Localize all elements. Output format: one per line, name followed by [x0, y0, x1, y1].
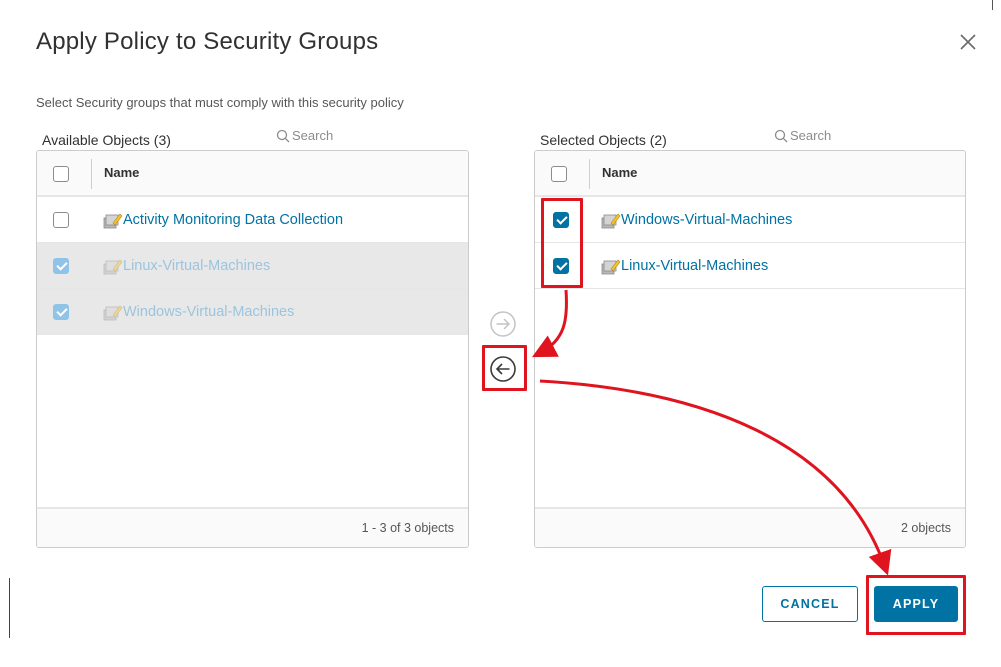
row-checkbox[interactable] — [53, 212, 69, 228]
move-right-arrow-icon[interactable] — [488, 309, 518, 339]
row-label[interactable]: Windows-Virtual-Machines — [621, 212, 792, 228]
row-checkbox — [53, 258, 69, 274]
selected-objects-header: Selected Objects (2) — [540, 132, 667, 148]
available-row[interactable]: Activity Monitoring Data Collection — [37, 197, 468, 243]
dialog-title: Apply Policy to Security Groups — [36, 28, 379, 55]
column-separator — [91, 159, 92, 189]
available-objects-header: Available Objects (3) — [42, 132, 171, 148]
available-row: Linux-Virtual-Machines — [37, 243, 468, 289]
available-search[interactable]: Search — [276, 128, 333, 143]
column-separator — [589, 159, 590, 189]
security-group-icon — [103, 213, 123, 229]
row-checkbox[interactable] — [553, 258, 569, 274]
cancel-button[interactable]: CANCEL — [762, 586, 858, 622]
selected-grid-header: Name — [535, 151, 965, 197]
row-label: Windows-Virtual-Machines — [123, 304, 295, 320]
row-label[interactable]: Linux-Virtual-Machines — [621, 258, 768, 274]
available-grid-header: Name — [37, 151, 468, 197]
close-icon[interactable] — [956, 30, 980, 54]
selected-search[interactable]: Search — [774, 128, 831, 143]
available-grid-footer: 1 - 3 of 3 objects — [37, 507, 468, 547]
available-row: Windows-Virtual-Machines — [37, 289, 468, 335]
search-icon — [774, 129, 788, 142]
available-search-placeholder: Search — [292, 128, 334, 143]
selected-search-placeholder: Search — [790, 128, 832, 143]
selected-column-name: Name — [602, 165, 638, 180]
available-column-name: Name — [104, 165, 140, 180]
selected-objects-grid: Name Windows-Virtual-Machines Linux-Virt… — [534, 150, 966, 548]
security-group-icon — [103, 259, 123, 275]
selected-row[interactable]: Windows-Virtual-Machines — [535, 197, 965, 243]
available-objects-grid: Name Activity Monitoring Data Collection… — [36, 150, 469, 548]
available-select-all-checkbox[interactable] — [53, 166, 69, 182]
security-group-icon — [601, 213, 621, 229]
right-edge-mark — [992, 0, 993, 10]
dialog-subtitle: Select Security groups that must comply … — [36, 95, 404, 110]
row-checkbox — [53, 304, 69, 320]
security-group-icon — [103, 305, 123, 321]
security-group-icon — [601, 259, 621, 275]
selected-grid-footer: 2 objects — [535, 507, 965, 547]
search-icon — [276, 129, 290, 142]
move-left-arrow-icon[interactable] — [488, 354, 518, 384]
row-checkbox[interactable] — [553, 212, 569, 228]
selected-select-all-checkbox[interactable] — [551, 166, 567, 182]
apply-button[interactable]: APPLY — [874, 586, 958, 622]
left-edge-line — [9, 578, 10, 638]
selected-row[interactable]: Linux-Virtual-Machines — [535, 243, 965, 289]
row-label: Linux-Virtual-Machines — [123, 258, 271, 274]
row-label[interactable]: Activity Monitoring Data Collection — [123, 212, 343, 228]
